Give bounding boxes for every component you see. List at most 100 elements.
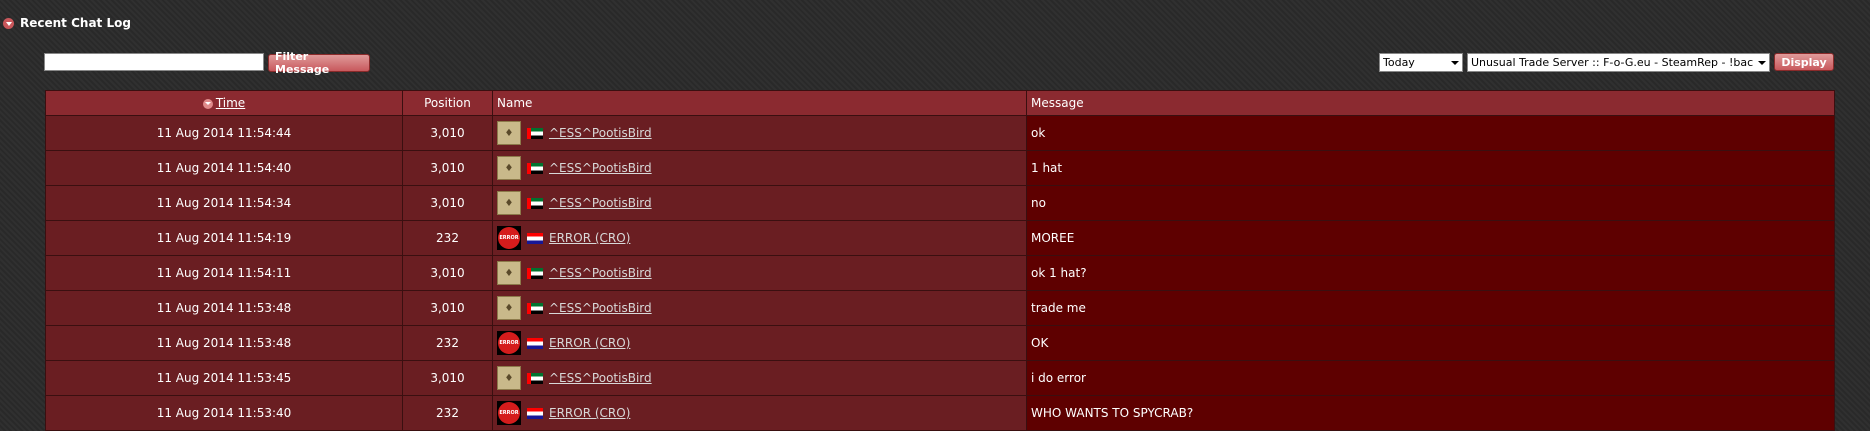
message-cell: OK: [1026, 325, 1835, 361]
player-name-link[interactable]: ^ESS^PootisBird: [549, 161, 652, 175]
table-header-row: Time Position Name Message: [45, 90, 1835, 116]
chat-log-table: Time Position Name Message 11 Aug 2014 1…: [45, 90, 1835, 431]
server-select-value: Unusual Trade Server :: F-o-G.eu - Steam…: [1471, 56, 1754, 69]
time-cell: 11 Aug 2014 11:53:48: [45, 325, 403, 361]
name-cell: ERROR ERROR (CRO): [492, 325, 1027, 361]
time-sort-link[interactable]: Time: [216, 96, 245, 110]
country-flag-icon: [527, 162, 543, 174]
country-flag-icon: [527, 407, 543, 419]
message-cell: trade me: [1026, 290, 1835, 326]
table-row: 11 Aug 2014 11:54:11 3,010 ♦ ^ESS^PootisBir…: [45, 255, 1835, 291]
position-cell: 3,010: [402, 150, 493, 186]
time-cell: 11 Aug 2014 11:53:40: [45, 395, 403, 431]
avatar[interactable]: ♦: [497, 261, 521, 285]
table-row: 11 Aug 2014 11:53:45 3,010 ♦ ^ESS^PootisBir…: [45, 360, 1835, 396]
avatar[interactable]: ♦: [497, 121, 521, 145]
time-cell: 11 Aug 2014 11:53:48: [45, 290, 403, 326]
section-title: Recent Chat Log: [20, 16, 131, 30]
avatar[interactable]: ERROR: [497, 331, 521, 355]
time-cell: 11 Aug 2014 11:54:40: [45, 150, 403, 186]
country-flag-icon: [527, 372, 543, 384]
bird-icon: ♦: [504, 197, 514, 209]
name-cell: ♦ ^ESS^PootisBird: [492, 255, 1027, 291]
table-row: 11 Aug 2014 11:54:34 3,010 ♦ ^ESS^PootisBir…: [45, 185, 1835, 221]
filter-input[interactable]: [44, 53, 264, 71]
country-flag-icon: [527, 337, 543, 349]
bird-icon: ♦: [504, 372, 514, 384]
message-cell: 1 hat: [1026, 150, 1835, 186]
chevron-down-icon: [1758, 60, 1766, 65]
date-select[interactable]: Today: [1379, 53, 1463, 72]
player-name-link[interactable]: ^ESS^PootisBird: [549, 371, 652, 385]
time-cell: 11 Aug 2014 11:54:19: [45, 220, 403, 256]
time-cell: 11 Aug 2014 11:54:11: [45, 255, 403, 291]
message-cell: ok: [1026, 115, 1835, 151]
bird-icon: ♦: [504, 162, 514, 174]
player-name-link[interactable]: ERROR (CRO): [549, 406, 630, 420]
country-flag-icon: [527, 232, 543, 244]
position-cell: 3,010: [402, 255, 493, 291]
table-row: 11 Aug 2014 11:53:48 3,010 ♦ ^ESS^PootisBir…: [45, 290, 1835, 326]
sort-desc-icon[interactable]: [202, 98, 213, 109]
bird-icon: ♦: [504, 302, 514, 314]
date-select-value: Today: [1383, 56, 1415, 69]
position-cell: 232: [402, 220, 493, 256]
name-cell: ♦ ^ESS^PootisBird: [492, 290, 1027, 326]
country-flag-icon: [527, 197, 543, 209]
chevron-down-icon: [1451, 60, 1459, 65]
country-flag-icon: [527, 302, 543, 314]
table-row: 11 Aug 2014 11:54:19 232 ERROR ERROR (CRO) M…: [45, 220, 1835, 256]
player-name-link[interactable]: ^ESS^PootisBird: [549, 301, 652, 315]
player-name-link[interactable]: ^ESS^PootisBird: [549, 266, 652, 280]
filter-message-button[interactable]: Filter Message: [268, 50, 370, 76]
name-column-header: Name: [492, 90, 1027, 116]
message-cell: MOREE: [1026, 220, 1835, 256]
avatar[interactable]: ERROR: [497, 401, 521, 425]
message-cell: i do error: [1026, 360, 1835, 396]
name-cell: ERROR ERROR (CRO): [492, 395, 1027, 431]
country-flag-icon: [527, 127, 543, 139]
player-name-link[interactable]: ERROR (CRO): [549, 231, 630, 245]
time-column-header[interactable]: Time: [45, 90, 403, 116]
position-cell: 3,010: [402, 185, 493, 221]
position-cell: 232: [402, 395, 493, 431]
position-cell: 3,010: [402, 115, 493, 151]
avatar[interactable]: ♦: [497, 156, 521, 180]
bird-icon: ♦: [504, 267, 514, 279]
position-cell: 232: [402, 325, 493, 361]
stop-sign-icon: ERROR: [498, 332, 520, 354]
message-cell: no: [1026, 185, 1835, 221]
table-row: 11 Aug 2014 11:53:48 232 ERROR ERROR (CRO) O…: [45, 325, 1835, 361]
name-cell: ♦ ^ESS^PootisBird: [492, 185, 1027, 221]
country-flag-icon: [527, 267, 543, 279]
avatar[interactable]: ♦: [497, 296, 521, 320]
bird-icon: ♦: [504, 127, 514, 139]
position-cell: 3,010: [402, 360, 493, 396]
name-cell: ♦ ^ESS^PootisBird: [492, 115, 1027, 151]
stop-sign-icon: ERROR: [498, 227, 520, 249]
name-cell: ♦ ^ESS^PootisBird: [492, 150, 1027, 186]
table-row: 11 Aug 2014 11:54:40 3,010 ♦ ^ESS^PootisBir…: [45, 150, 1835, 186]
position-column-header: Position: [402, 90, 493, 116]
table-row: 11 Aug 2014 11:53:40 232 ERROR ERROR (CRO) W…: [45, 395, 1835, 431]
time-cell: 11 Aug 2014 11:54:34: [45, 185, 403, 221]
avatar[interactable]: ♦: [497, 366, 521, 390]
avatar[interactable]: ERROR: [497, 226, 521, 250]
name-cell: ♦ ^ESS^PootisBird: [492, 360, 1027, 396]
server-select[interactable]: Unusual Trade Server :: F-o-G.eu - Steam…: [1467, 53, 1770, 72]
avatar[interactable]: ♦: [497, 191, 521, 215]
player-name-link[interactable]: ^ESS^PootisBird: [549, 126, 652, 140]
name-cell: ERROR ERROR (CRO): [492, 220, 1027, 256]
player-name-link[interactable]: ERROR (CRO): [549, 336, 630, 350]
message-column-header: Message: [1026, 90, 1835, 116]
section-header[interactable]: Recent Chat Log: [3, 16, 131, 30]
display-button[interactable]: Display: [1774, 53, 1834, 71]
message-cell: ok 1 hat?: [1026, 255, 1835, 291]
player-name-link[interactable]: ^ESS^PootisBird: [549, 196, 652, 210]
stop-sign-icon: ERROR: [498, 402, 520, 424]
time-cell: 11 Aug 2014 11:54:44: [45, 115, 403, 151]
message-cell: WHO WANTS TO SPYCRAB?: [1026, 395, 1835, 431]
chevron-down-icon[interactable]: [3, 17, 14, 29]
time-cell: 11 Aug 2014 11:53:45: [45, 360, 403, 396]
position-cell: 3,010: [402, 290, 493, 326]
